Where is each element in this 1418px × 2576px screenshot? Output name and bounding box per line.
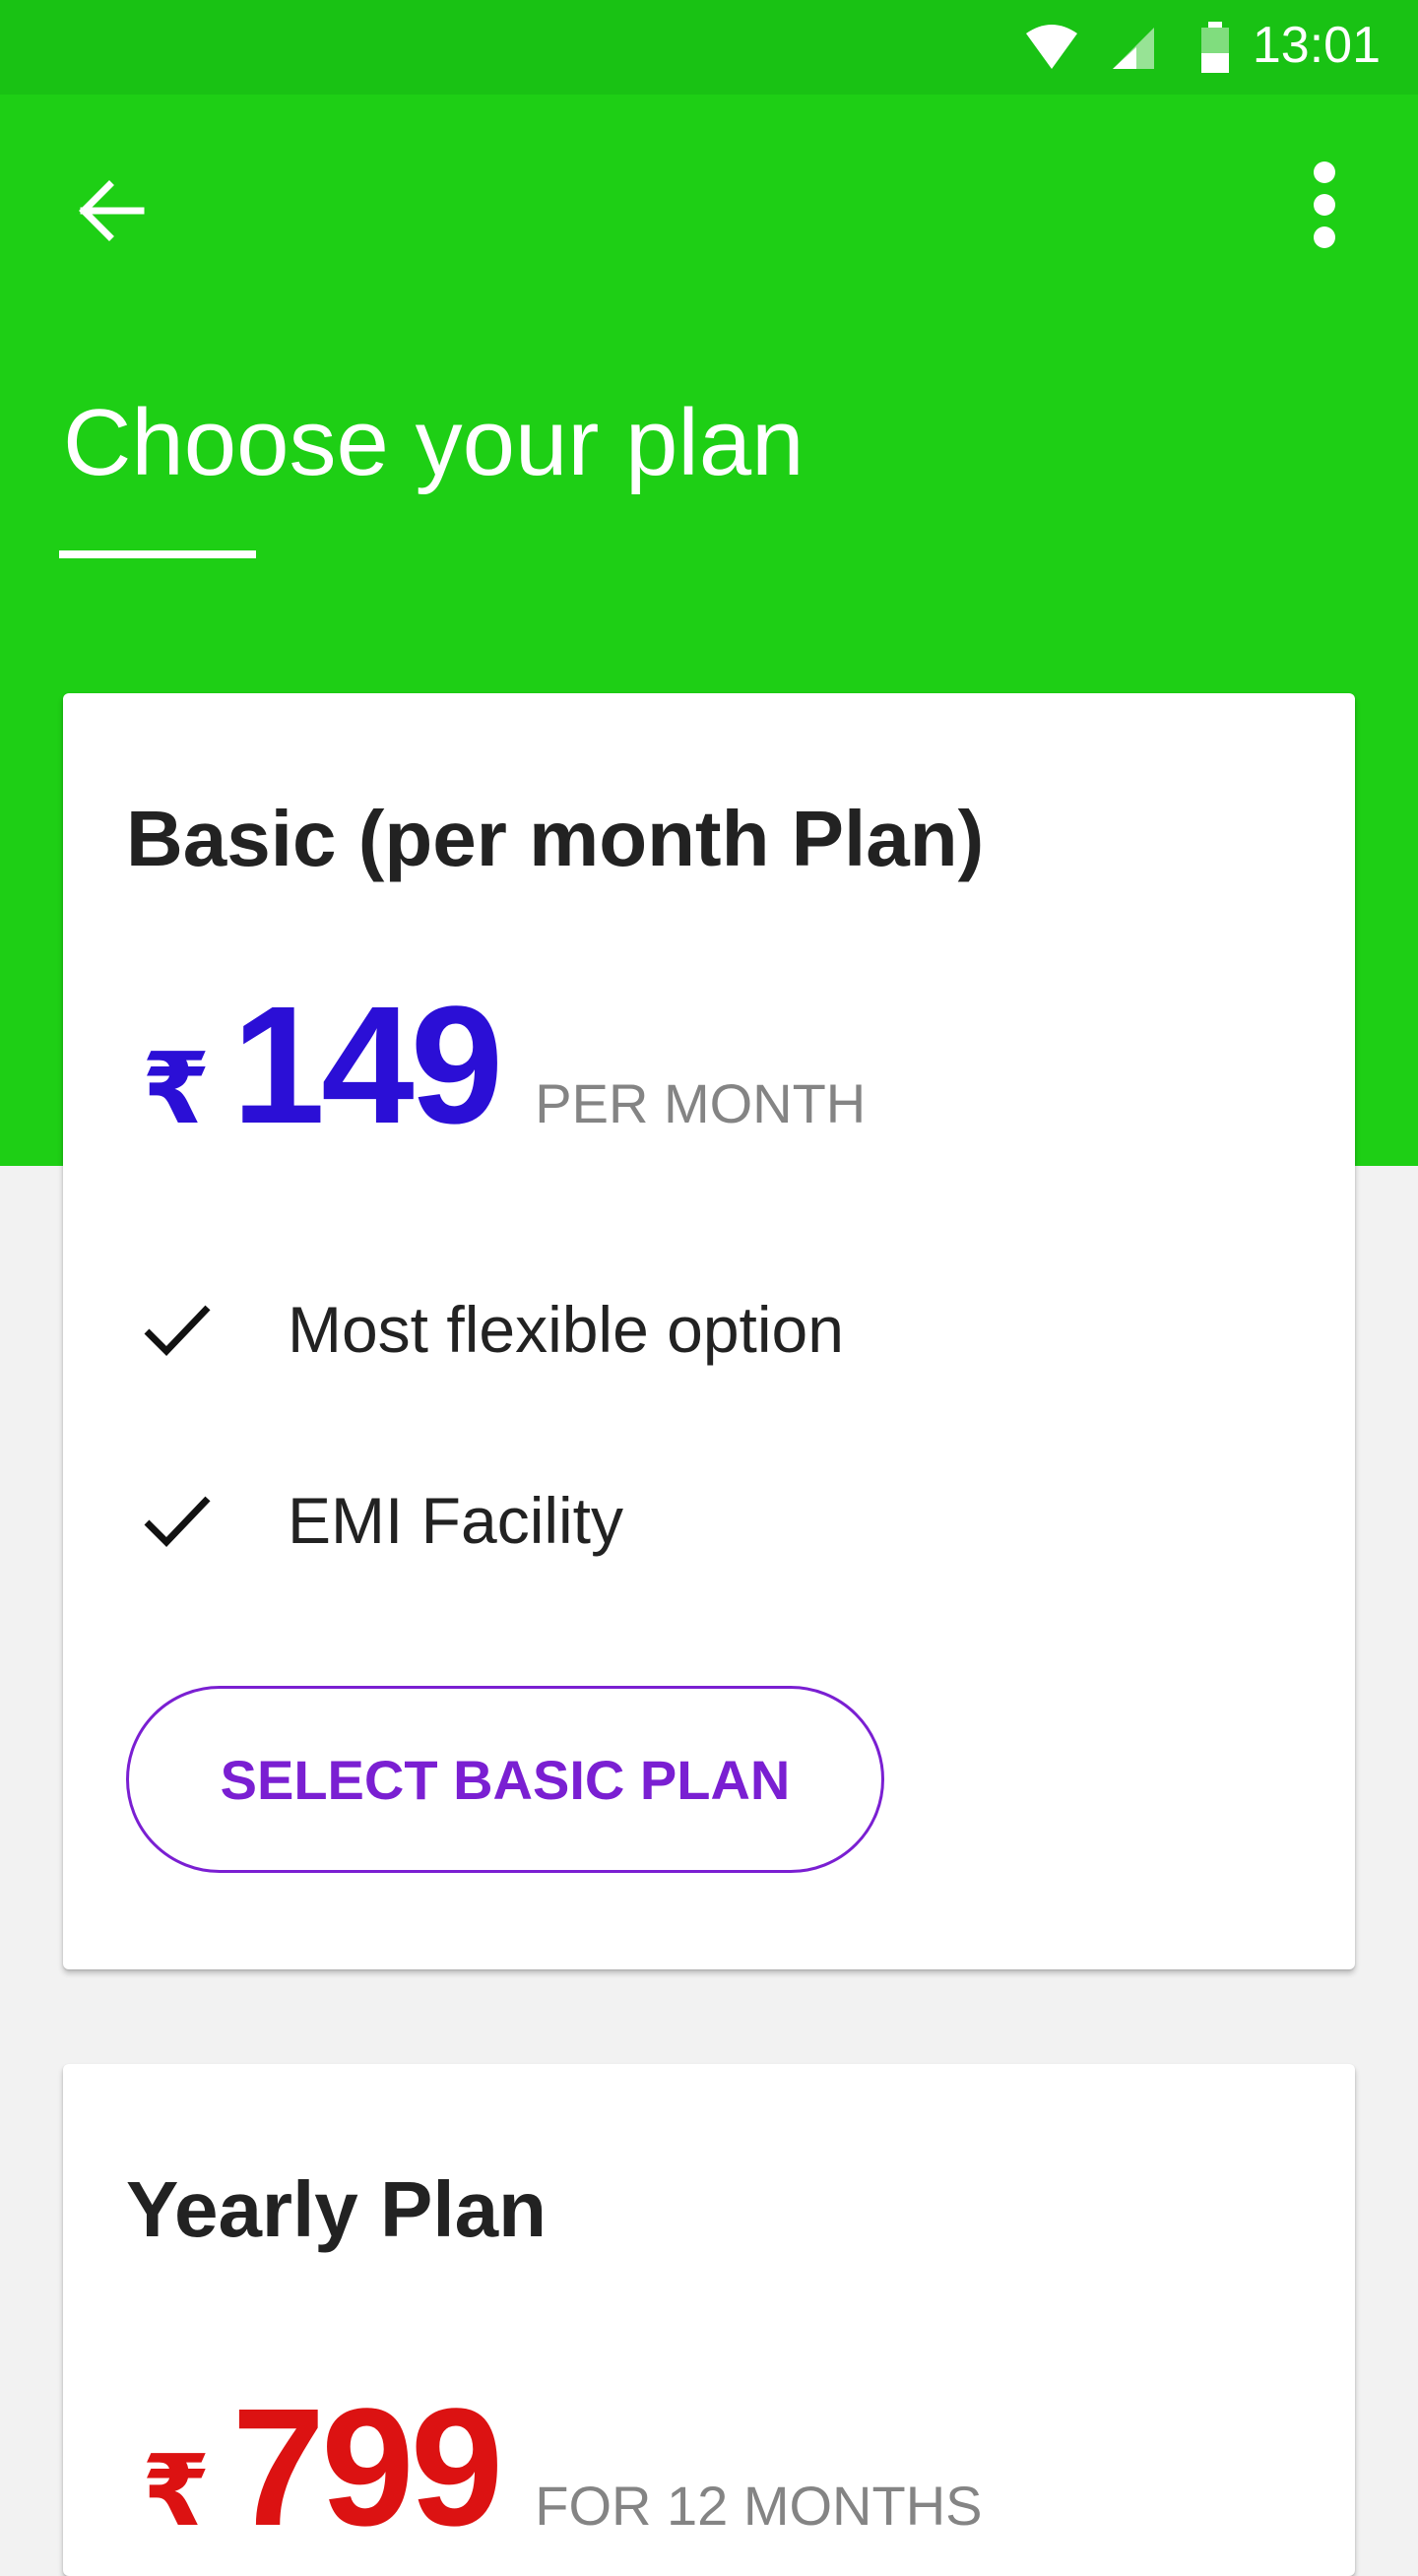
feature-item: EMI Facility xyxy=(138,1481,623,1560)
currency-symbol: ₹ xyxy=(142,2436,211,2546)
page-title: Choose your plan xyxy=(63,390,805,495)
select-basic-plan-button[interactable]: SELECT BASIC PLAN xyxy=(126,1686,884,1873)
status-bar: 13:01 xyxy=(0,0,1418,95)
price-period: FOR 12 MONTHS xyxy=(535,2475,983,2537)
checkmark-icon xyxy=(138,1290,217,1369)
wifi-icon xyxy=(1024,22,1079,78)
plan-name: Basic (per month Plan) xyxy=(126,795,985,882)
price-period: PER MONTH xyxy=(535,1072,867,1134)
price-row: ₹ 149 PER MONTH xyxy=(142,969,866,1162)
status-time: 13:01 xyxy=(1252,17,1381,74)
feature-item: Most flexible option xyxy=(138,1290,844,1369)
price-row: ₹ 799 FOR 12 MONTHS xyxy=(142,2371,983,2564)
plan-card-yearly: Yearly Plan ₹ 799 FOR 12 MONTHS xyxy=(63,2064,1355,2576)
currency-symbol: ₹ xyxy=(142,1034,211,1144)
feature-text: EMI Facility xyxy=(288,1484,624,1557)
cell-signal-icon xyxy=(1111,22,1158,78)
checkmark-icon xyxy=(138,1481,217,1560)
arrow-left-icon xyxy=(76,179,145,247)
plan-name: Yearly Plan xyxy=(126,2165,547,2253)
overflow-menu-button[interactable] xyxy=(1270,148,1379,266)
price-amount: 149 xyxy=(231,972,504,1159)
back-button[interactable] xyxy=(55,158,165,268)
more-vertical-icon xyxy=(1313,161,1336,254)
battery-icon xyxy=(1197,20,1233,80)
plan-card-basic: Basic (per month Plan) ₹ 149 PER MONTH M… xyxy=(63,693,1355,1969)
feature-text: Most flexible option xyxy=(288,1293,844,1366)
title-underline xyxy=(59,550,256,558)
price-amount: 799 xyxy=(231,2374,504,2561)
